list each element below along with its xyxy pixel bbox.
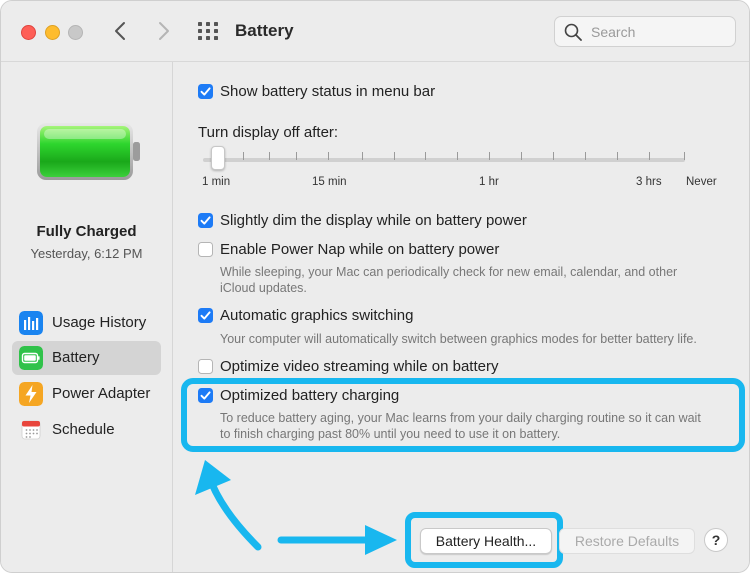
optimized-charging-checkbox[interactable]: [198, 388, 213, 403]
optimize-video-label: Optimize video streaming while on batter…: [220, 358, 499, 375]
title-bar: Battery: [1, 1, 749, 62]
tick-label-15-min: 15 min: [312, 176, 347, 188]
lightning-icon: [19, 382, 43, 406]
tick-label-1-hr: 1 hr: [479, 176, 499, 188]
power-nap-checkbox[interactable]: [198, 242, 213, 257]
slider-tick: [649, 152, 650, 160]
sidebar-item-label: Battery: [52, 349, 100, 366]
window-title: Battery: [235, 21, 294, 40]
search-field[interactable]: [554, 16, 736, 47]
battery-status-time: Yesterday, 6:12 PM: [30, 246, 143, 261]
help-button[interactable]: ?: [704, 528, 728, 552]
slider-tick: [269, 152, 270, 160]
close-window-button[interactable]: [21, 25, 36, 40]
graphics-switching-label: Automatic graphics switching: [220, 307, 414, 324]
sidebar-item-battery[interactable]: Battery: [12, 341, 161, 375]
slider-tick: [243, 152, 244, 160]
forward-button[interactable]: [151, 19, 175, 43]
power-nap-label: Enable Power Nap while on battery power: [220, 241, 500, 258]
tick-label-never: Never: [686, 176, 717, 188]
checkmark-icon: [200, 87, 211, 96]
display-off-label: Turn display off after:: [198, 124, 339, 141]
preferences-window: Battery Search Fully Charged Yesterday, …: [0, 0, 750, 573]
graphics-switching-checkbox[interactable]: [198, 308, 213, 323]
chevron-left-icon: [115, 22, 125, 40]
zoom-window-button[interactable]: [68, 25, 83, 40]
slider-tick: [425, 152, 426, 160]
optimized-charging-description-line-1: To reduce battery aging, your Mac learns…: [220, 411, 701, 425]
slider-tick: [617, 152, 618, 160]
optimized-charging-description-line-2: to finish charging past 80% until you ne…: [220, 427, 561, 441]
show-battery-status-checkbox[interactable]: [198, 84, 213, 99]
grid-icon: [198, 22, 218, 40]
show-all-button[interactable]: [198, 22, 218, 40]
sidebar-item-label: Usage History: [52, 314, 147, 331]
sidebar: Fully Charged Yesterday, 6:12 PM Usage H…: [1, 62, 173, 572]
sidebar-item-schedule[interactable]: Schedule: [12, 413, 161, 447]
slider-tick: [457, 152, 458, 160]
slider-tick: [585, 152, 586, 160]
chevron-right-icon: [159, 22, 169, 40]
display-off-slider-track[interactable]: [203, 158, 685, 162]
checkmark-icon: [200, 391, 211, 400]
slider-tick: [394, 152, 395, 160]
checkmark-icon: [200, 311, 211, 320]
battery-settings-pane: Show battery status in menu bar Turn dis…: [173, 62, 749, 572]
battery-status-icon: [37, 123, 140, 180]
display-off-slider-knob[interactable]: [211, 146, 225, 170]
graphics-switching-description: Your computer will automatically switch …: [220, 332, 697, 346]
optimize-video-checkbox[interactable]: [198, 359, 213, 374]
slider-tick: [296, 152, 297, 160]
checkmark-icon: [200, 216, 211, 225]
sidebar-item-usage-history[interactable]: Usage History: [12, 306, 161, 340]
battery-status-title: Fully Charged: [36, 223, 137, 240]
optimized-charging-label: Optimized battery charging: [220, 387, 400, 404]
sidebar-item-power-adapter[interactable]: Power Adapter: [12, 377, 161, 411]
back-button[interactable]: [109, 19, 133, 43]
slider-tick: [553, 152, 554, 160]
slider-tick: [684, 152, 685, 160]
show-battery-status-label: Show battery status in menu bar: [220, 83, 436, 100]
dim-display-label: Slightly dim the display while on batter…: [220, 212, 527, 229]
dim-display-checkbox[interactable]: [198, 213, 213, 228]
slider-tick: [328, 152, 329, 160]
minimize-window-button[interactable]: [45, 25, 60, 40]
bar-chart-icon: [19, 311, 43, 335]
search-input[interactable]: [589, 21, 733, 43]
slider-tick: [362, 152, 363, 160]
tick-label-3-hrs: 3 hrs: [636, 176, 662, 188]
search-icon: [564, 23, 582, 41]
slider-tick: [489, 152, 490, 160]
tick-label-1-min: 1 min: [202, 176, 231, 188]
power-nap-description-line-1: While sleeping, your Mac can periodicall…: [220, 265, 678, 279]
power-nap-description-line-2: iCloud updates.: [220, 281, 307, 295]
battery-health-button[interactable]: Battery Health...: [420, 528, 552, 554]
sidebar-item-label: Power Adapter: [52, 385, 151, 402]
slider-tick: [521, 152, 522, 160]
calendar-icon: [21, 420, 41, 440]
sidebar-item-label: Schedule: [52, 421, 115, 438]
restore-defaults-button[interactable]: Restore Defaults: [559, 528, 695, 554]
battery-icon: [19, 346, 43, 370]
